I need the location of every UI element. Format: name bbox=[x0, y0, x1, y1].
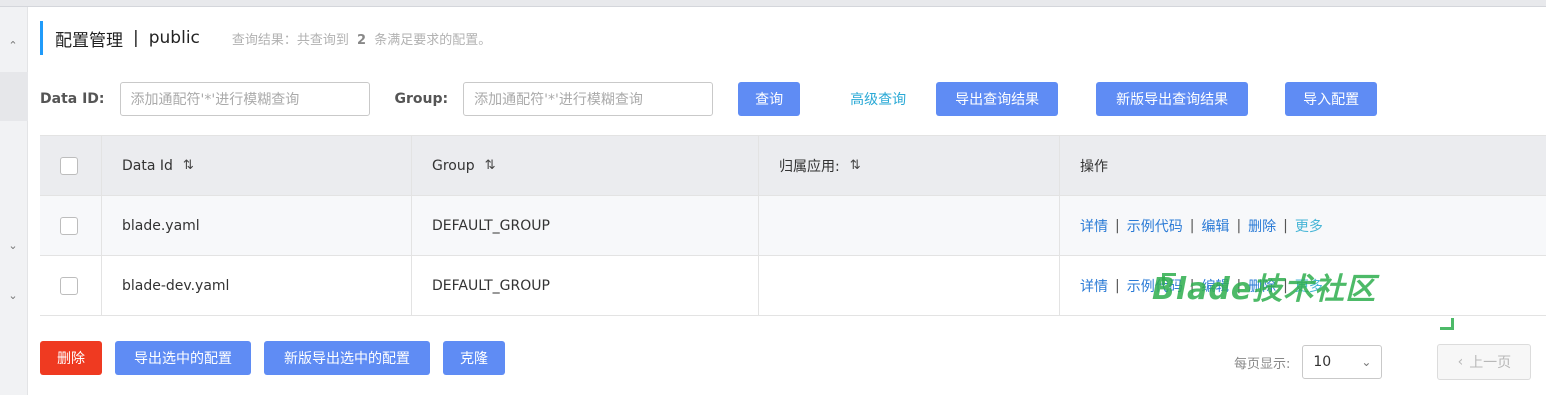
sort-icon[interactable]: ⇅ bbox=[485, 158, 496, 173]
page-header: 配置管理 | public 查询结果：共查询到 2 条满足要求的配置。 bbox=[40, 21, 491, 55]
more-link[interactable]: 更多 bbox=[1295, 216, 1323, 236]
app-cell bbox=[759, 196, 1060, 255]
app-cell bbox=[759, 256, 1060, 315]
action-separator: | bbox=[1283, 217, 1288, 234]
edit-link[interactable]: 编辑 bbox=[1201, 216, 1229, 236]
bulk-actions-bar: 删除 导出选中的配置 新版导出选中的配置 克隆 bbox=[40, 340, 505, 376]
filter-bar: Data ID: 添加通配符'*'进行模糊查询 Group: 添加通配符'*'进… bbox=[40, 82, 1378, 116]
data-id-label: Data ID: bbox=[40, 91, 105, 107]
title-accent-bar bbox=[40, 21, 43, 55]
detail-link[interactable]: 详情 bbox=[1080, 276, 1108, 296]
namespace-name: public bbox=[148, 28, 200, 48]
watermark-corner bbox=[1440, 318, 1454, 330]
action-separator: | bbox=[1115, 277, 1120, 294]
title-separator: | bbox=[133, 28, 139, 48]
chevron-up-icon[interactable]: ⌃ bbox=[7, 40, 19, 52]
group-cell: DEFAULT_GROUP bbox=[412, 196, 759, 255]
row-checkbox[interactable] bbox=[60, 276, 78, 295]
clone-button[interactable]: 克隆 bbox=[443, 341, 505, 375]
pagination: 每页显示: 10 ⌄ ‹ 上一页 bbox=[1234, 344, 1532, 380]
table-row: blade.yaml DEFAULT_GROUP 详情 | 示例代码 | 编辑 | 删… bbox=[40, 196, 1546, 256]
detail-link[interactable]: 详情 bbox=[1080, 216, 1108, 236]
result-suffix: 条满足要求的配置。 bbox=[374, 32, 492, 48]
column-header-actions: 操作 bbox=[1060, 136, 1546, 195]
sample-code-link[interactable]: 示例代码 bbox=[1127, 216, 1183, 236]
data-id-input[interactable]: 添加通配符'*'进行模糊查询 bbox=[119, 82, 370, 116]
page-title: 配置管理 bbox=[55, 30, 123, 51]
prev-page-label: 上一页 bbox=[1469, 355, 1512, 371]
column-label: Data Id bbox=[122, 157, 173, 174]
group-cell: DEFAULT_GROUP bbox=[412, 256, 759, 315]
page-size-label: 每页显示: bbox=[1234, 356, 1291, 372]
data-id-cell: blade-dev.yaml bbox=[102, 256, 412, 315]
import-config-button[interactable]: 导入配置 bbox=[1285, 82, 1378, 116]
result-count: 2 bbox=[357, 32, 367, 48]
column-label: Group bbox=[432, 157, 475, 174]
group-label: Group: bbox=[394, 91, 449, 107]
action-separator: | bbox=[1115, 217, 1120, 234]
chevron-left-icon: ‹ bbox=[1457, 354, 1464, 370]
column-header-app[interactable]: 归属应用: ⇅ bbox=[759, 136, 1060, 195]
chevron-down-icon[interactable]: ⌄ bbox=[7, 240, 19, 252]
chevron-down-icon[interactable]: ⌄ bbox=[7, 290, 19, 302]
top-bar bbox=[0, 0, 1546, 7]
row-select-cell bbox=[40, 256, 102, 315]
action-separator: | bbox=[1236, 217, 1242, 234]
actions-cell: 详情 | 示例代码 | 编辑 | 删除 | 更多 bbox=[1060, 196, 1546, 255]
column-label: 归属应用: bbox=[779, 158, 840, 175]
select-all-cell bbox=[40, 136, 102, 195]
export-results-button[interactable]: 导出查询结果 bbox=[936, 82, 1059, 116]
row-select-cell bbox=[40, 196, 102, 255]
new-export-selected-button[interactable]: 新版导出选中的配置 bbox=[264, 341, 430, 375]
left-nav-highlight bbox=[0, 72, 28, 121]
column-header-group[interactable]: Group ⇅ bbox=[412, 136, 759, 195]
main-content: 配置管理 | public 查询结果：共查询到 2 条满足要求的配置。 Data… bbox=[28, 7, 1546, 395]
column-label: 操作 bbox=[1080, 158, 1108, 175]
group-input[interactable]: 添加通配符'*'进行模糊查询 bbox=[463, 82, 714, 116]
export-selected-button[interactable]: 导出选中的配置 bbox=[115, 341, 251, 375]
page-size-value: 10 bbox=[1313, 354, 1332, 370]
left-nav: ⌃ ⌄ ⌄ bbox=[0, 7, 28, 395]
prev-page-button[interactable]: ‹ 上一页 bbox=[1437, 344, 1532, 380]
page-size-select[interactable]: 10 ⌄ bbox=[1302, 345, 1383, 379]
query-button[interactable]: 查询 bbox=[738, 82, 801, 116]
watermark-logo: Blade技术社区 bbox=[1152, 272, 1377, 307]
sort-icon[interactable]: ⇅ bbox=[183, 158, 194, 173]
chevron-down-icon: ⌄ bbox=[1361, 355, 1372, 369]
sort-icon[interactable]: ⇅ bbox=[850, 158, 861, 173]
select-all-checkbox[interactable] bbox=[60, 156, 78, 175]
column-header-data-id[interactable]: Data Id ⇅ bbox=[102, 136, 412, 195]
result-prefix: 查询结果：共查询到 bbox=[231, 32, 349, 48]
row-checkbox[interactable] bbox=[60, 216, 78, 235]
delete-link[interactable]: 删除 bbox=[1248, 216, 1276, 236]
new-export-results-button[interactable]: 新版导出查询结果 bbox=[1096, 82, 1249, 116]
query-result-summary: 查询结果：共查询到 2 条满足要求的配置。 bbox=[232, 29, 491, 48]
data-id-cell: blade.yaml bbox=[102, 196, 412, 255]
table-header-row: Data Id ⇅ Group ⇅ 归属应用: ⇅ 操作 bbox=[40, 136, 1546, 196]
advanced-query-link[interactable]: 高级查询 bbox=[850, 89, 906, 109]
action-separator: | bbox=[1189, 217, 1195, 234]
delete-button[interactable]: 删除 bbox=[40, 341, 102, 375]
